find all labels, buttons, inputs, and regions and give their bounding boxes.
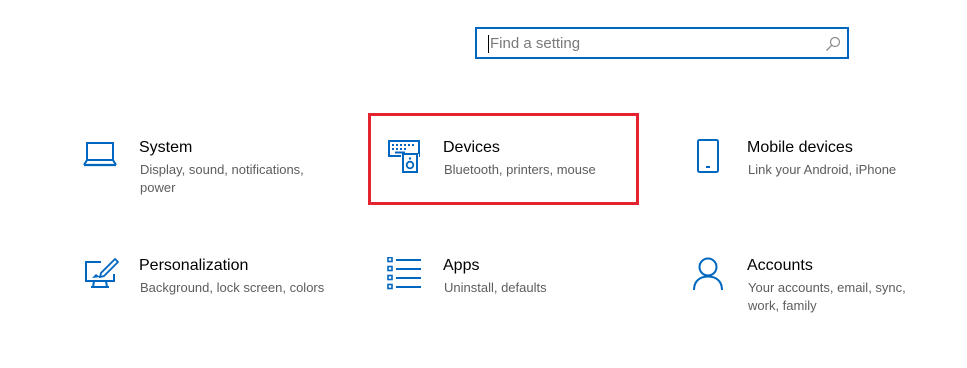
tile-system[interactable]: System Display, sound, notifications, po… (83, 139, 343, 199)
search-input[interactable] (490, 31, 810, 55)
desc-line: Your accounts, email, sync, (748, 280, 906, 295)
desc-line: Background, lock screen, colors (140, 280, 325, 295)
desc-line: Uninstall, defaults (444, 280, 547, 295)
search-icon[interactable] (825, 36, 841, 52)
tile-title: System (139, 139, 193, 156)
tile-description: Bluetooth, printers, mouse (444, 161, 596, 179)
text-caret (488, 35, 489, 53)
desc-line: work, family (748, 298, 817, 313)
tile-description: Background, lock screen, colors (140, 279, 324, 297)
desc-line: Link your Android, iPhone (748, 162, 897, 177)
tile-title: Apps (443, 257, 480, 274)
tile-accounts[interactable]: Accounts Your accounts, email, sync, wor… (691, 257, 941, 317)
tile-title: Devices (443, 139, 500, 156)
tile-apps[interactable]: Apps Uninstall, defaults (387, 257, 587, 307)
tile-description: Display, sound, notifications, power (140, 161, 304, 197)
tile-description: Uninstall, defaults (444, 279, 547, 297)
tile-personalization[interactable]: Personalization Background, lock screen,… (83, 257, 353, 307)
desc-line: Bluetooth, printers, mouse (444, 162, 596, 177)
tile-description: Your accounts, email, sync, work, family (748, 279, 906, 315)
tile-title: Accounts (747, 257, 813, 274)
tile-devices[interactable]: Devices Bluetooth, printers, mouse (387, 139, 627, 189)
devices-icon (388, 140, 420, 173)
desc-line: Display, sound, notifications, (140, 162, 304, 177)
tile-description: Link your Android, iPhone (748, 161, 896, 179)
personalization-icon (85, 257, 119, 288)
desc-line: power (140, 180, 176, 195)
tile-title: Personalization (139, 257, 249, 274)
phone-icon (697, 139, 719, 173)
tile-mobile-devices[interactable]: Mobile devices Link your Android, iPhone (691, 139, 941, 189)
laptop-icon (83, 142, 117, 167)
person-icon (693, 257, 723, 291)
tile-title: Mobile devices (747, 139, 853, 156)
search-box[interactable] (475, 27, 849, 59)
apps-list-icon (387, 257, 421, 290)
